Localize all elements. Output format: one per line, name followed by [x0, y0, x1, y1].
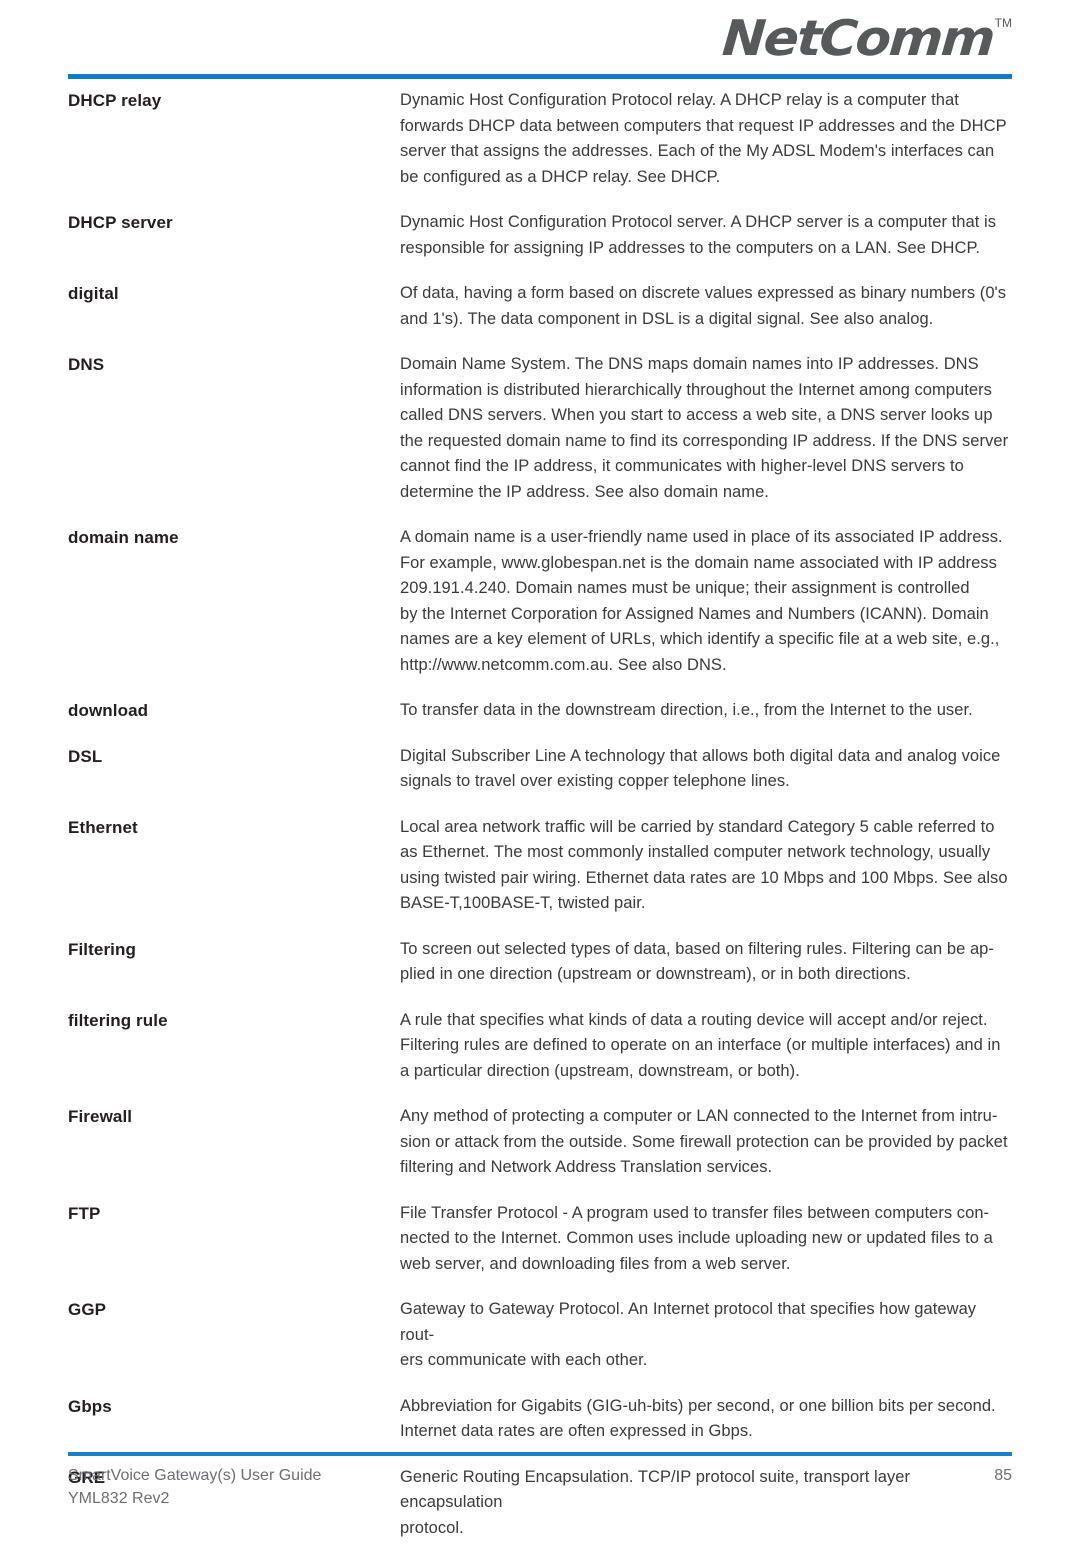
glossary-definition: Domain Name System. The DNS maps domain … — [400, 355, 1009, 501]
glossary-entry: DNS Domain Name System. The DNS maps dom… — [68, 352, 1012, 505]
glossary-entry: Ethernet Local area network traffic will… — [68, 815, 1012, 917]
footer-divider — [68, 1452, 1012, 1456]
page-number: 85 — [994, 1467, 1012, 1484]
glossary-definition: A rule that specifies what kinds of data… — [400, 1010, 1001, 1080]
glossary-definition: To screen out selected types of data, ba… — [400, 939, 994, 984]
glossary-definition: Abbreviation for Gigabits (GIG-uh-bits) … — [400, 1396, 996, 1441]
glossary-term: Ethernet — [68, 817, 138, 837]
glossary-entry: GGP Gateway to Gateway Protocol. An Inte… — [68, 1297, 1012, 1374]
glossary-definition: Digital Subscriber Line A technology tha… — [400, 746, 1001, 791]
page-header: NetComm TM — [68, 0, 1012, 80]
glossary-entry: DHCP relay Dynamic Host Configuration Pr… — [68, 88, 1012, 190]
glossary-definition: Dynamic Host Configuration Protocol rela… — [400, 91, 1007, 186]
glossary-term: GGP — [68, 1300, 107, 1319]
glossary-entry: DHCP server Dynamic Host Configuration P… — [68, 210, 1012, 261]
glossary-entry: download To transfer data in the downstr… — [68, 698, 1012, 724]
trademark-symbol: TM — [994, 16, 1012, 30]
page-footer: SmartVoice Gateway(s) User Guide YML832 … — [68, 1464, 1012, 1510]
glossary-entry: digital Of data, having a form based on … — [68, 281, 1012, 332]
glossary-entry: Gbps Abbreviation for Gigabits (GIG-uh-b… — [68, 1394, 1012, 1445]
glossary-entry: Firewall Any method of protecting a comp… — [68, 1104, 1012, 1181]
glossary-definition: Gateway to Gateway Protocol. An Internet… — [400, 1300, 977, 1369]
glossary-term: download — [68, 701, 149, 720]
glossary-term: DHCP relay — [68, 91, 162, 110]
glossary-definition: Dynamic Host Configuration Protocol serv… — [400, 213, 997, 257]
glossary-term: Gbps — [68, 1396, 112, 1416]
header-divider — [68, 74, 1012, 79]
netcomm-logo: NetComm TM — [721, 10, 1012, 70]
glossary-term: Firewall — [68, 1107, 133, 1126]
glossary-entry: DSL Digital Subscriber Line A technology… — [68, 744, 1012, 795]
footer-document-revision: YML832 Rev2 — [68, 1490, 170, 1507]
glossary-term: domain name — [68, 528, 179, 547]
glossary-definition: Local area network traffic will be carri… — [400, 817, 1008, 913]
glossary-entry: Filtering To screen out selected types o… — [68, 937, 1012, 988]
glossary-definition: To transfer data in the downstream direc… — [400, 701, 973, 719]
glossary-term: digital — [68, 284, 119, 303]
glossary-term: FTP — [68, 1203, 101, 1223]
glossary-entry: FTP File Transfer Protocol - A program u… — [68, 1201, 1012, 1278]
glossary-term: Filtering — [68, 939, 136, 959]
glossary-definition: File Transfer Protocol - A program used … — [400, 1203, 993, 1273]
glossary-list: DHCP relay Dynamic Host Configuration Pr… — [68, 88, 1012, 1561]
document-page: NetComm TM DHCP relay Dynamic Host Confi… — [0, 0, 1080, 1537]
glossary-term: DSL — [68, 746, 103, 766]
footer-document-info: SmartVoice Gateway(s) User Guide YML832 … — [68, 1464, 321, 1510]
glossary-definition: Any method of protecting a computer or L… — [400, 1107, 1008, 1176]
glossary-term: DNS — [68, 355, 105, 374]
glossary-entry: domain name A domain name is a user-frie… — [68, 525, 1012, 678]
netcomm-logo-wordmark: NetComm — [720, 10, 996, 67]
glossary-term: filtering rule — [68, 1010, 168, 1030]
glossary-definition: A domain name is a user-friendly name us… — [400, 528, 1003, 674]
glossary-term: DHCP server — [68, 213, 173, 232]
glossary-definition: Of data, having a form based on discrete… — [400, 284, 1007, 328]
glossary-entry: filtering rule A rule that specifies wha… — [68, 1008, 1012, 1085]
footer-document-title: SmartVoice Gateway(s) User Guide — [68, 1467, 322, 1484]
